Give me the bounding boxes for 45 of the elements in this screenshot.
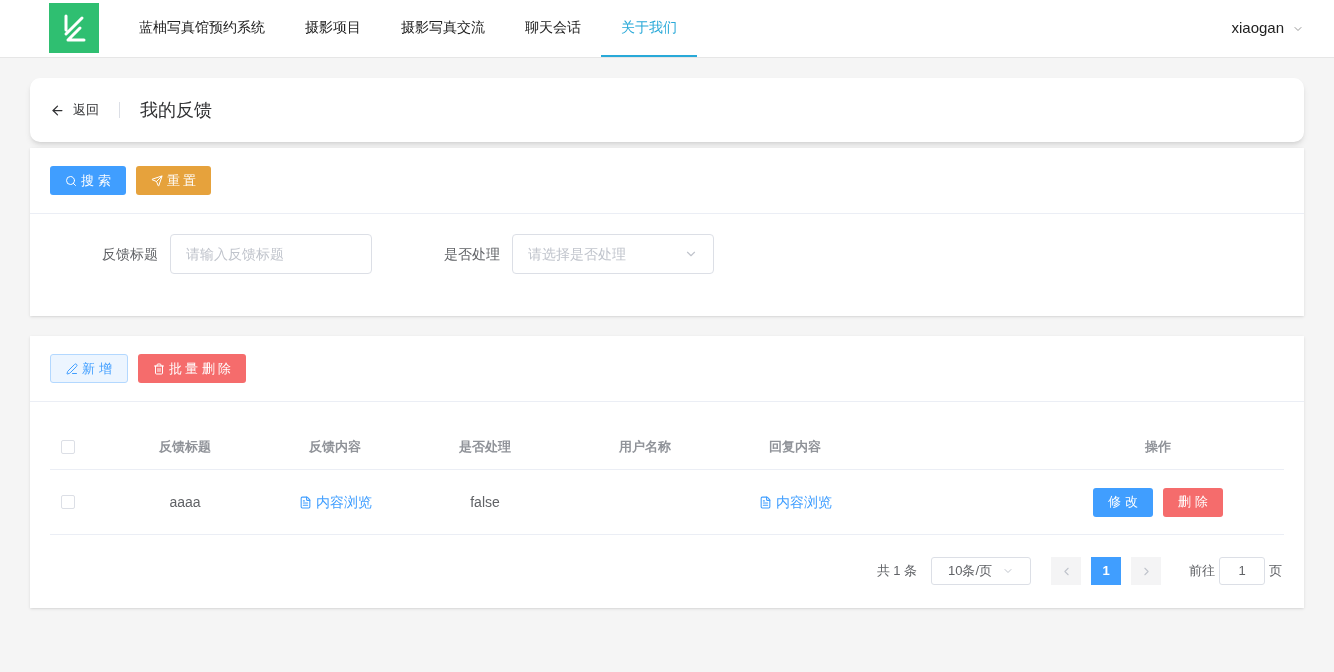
back-link[interactable]: 返回 [50,100,99,120]
user-name[interactable]: xiaogan [1231,17,1284,40]
table-cell-text: aaaa [168,492,202,512]
page-size-select[interactable]: 10条/页 [931,557,1031,585]
trash-icon [152,362,165,375]
pen-icon [66,362,78,375]
view-content-link[interactable]: 内容浏览 [298,491,372,513]
view-reply-link[interactable]: 内容浏览 [758,491,832,513]
nav-tab[interactable]: 摄影写真交流 [381,0,505,57]
delete-button[interactable]: 批 量 删 除 [137,354,247,383]
checkbox[interactable] [60,439,75,454]
document-icon [298,495,312,509]
table-cell-text: false [469,492,501,512]
paper-plane-icon [150,174,163,187]
search-button[interactable]: 搜 索 [50,166,126,195]
total-count: 共 1 条 [876,562,917,581]
reset-button[interactable]: 重 置 [135,166,212,195]
edit-button[interactable]: 修 改 [1093,487,1153,517]
field-label: 反馈标题 [101,244,159,264]
logo-icon [49,3,99,53]
column-header: 操作 [1144,437,1172,456]
page-button[interactable]: 1 [1091,557,1121,585]
input-field[interactable]: 请输入反馈标题 [170,234,372,274]
column-header: 反馈标题 [158,437,212,456]
add-button[interactable]: 新 增 [50,354,128,383]
field-label: 是否处理 [443,244,501,264]
column-header: 用户名称 [618,437,672,456]
page-suffix: 页 [1269,562,1282,581]
column-header: 反馈内容 [308,437,362,456]
page-title: 我的反馈 [140,98,212,122]
search-icon [65,174,77,187]
nav-tab[interactable]: 摄影项目 [285,0,381,57]
nav-tab[interactable]: 聊天会话 [505,0,601,57]
delete-button[interactable]: 删 除 [1163,487,1223,517]
document-icon [758,495,772,509]
checkbox[interactable] [60,495,75,509]
goto-label: 前往 [1189,562,1215,581]
page-input[interactable]: 1 [1219,557,1265,585]
previous-page-button[interactable] [1051,557,1081,585]
nav-tab[interactable]: 蓝柚写真馆预约系统 [119,0,285,57]
next-page-button[interactable] [1131,557,1161,585]
nav-tab[interactable]: 关于我们 [601,0,697,57]
column-header: 回复内容 [768,437,822,456]
select-field[interactable]: 请选择是否处理 [512,234,714,274]
column-header: 是否处理 [458,437,512,456]
